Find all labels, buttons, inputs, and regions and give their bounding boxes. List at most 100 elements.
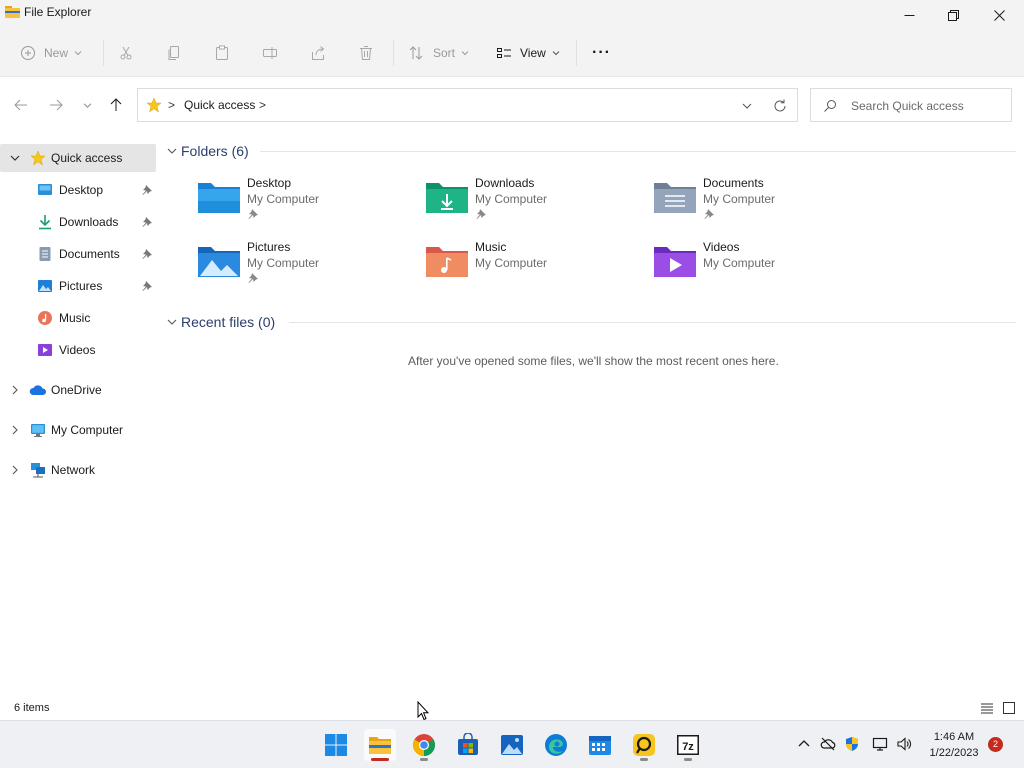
chevron-right-icon[interactable]	[9, 464, 21, 476]
file-explorer-icon	[369, 737, 391, 754]
window-title: File Explorer	[24, 5, 92, 19]
chevron-down-icon[interactable]	[9, 152, 21, 164]
folder-downloads[interactable]: Downloads My Computer	[425, 176, 645, 232]
close-button[interactable]	[976, 0, 1022, 30]
content-area: Folders (6) Desktop My Computer Download…	[158, 133, 1024, 689]
taskbar-7zip[interactable]: 7z	[672, 729, 704, 761]
back-button[interactable]	[12, 96, 30, 114]
up-button[interactable]	[107, 96, 125, 114]
sidebar-item-documents[interactable]: Documents	[0, 240, 156, 268]
sidebar-item-pictures[interactable]: Pictures	[0, 272, 156, 300]
taskbar-app[interactable]	[628, 729, 660, 761]
folder-location: My Computer	[247, 256, 320, 270]
pin-icon	[248, 273, 258, 283]
app-icon	[633, 734, 655, 756]
breadcrumb-quick-access[interactable]: Quick access	[184, 98, 255, 112]
minimize-button[interactable]	[886, 0, 932, 30]
tray-onedrive[interactable]	[819, 735, 837, 753]
sidebar-item-label: Videos	[59, 343, 96, 357]
taskbar-microsoft-store[interactable]	[452, 729, 484, 761]
folders-section-header[interactable]: Folders (6)	[166, 143, 249, 159]
sidebar-item-quick-access[interactable]: Quick access	[0, 144, 156, 172]
forward-button[interactable]	[47, 96, 65, 114]
copy-button[interactable]	[166, 39, 182, 67]
sidebar-item-downloads[interactable]: Downloads	[0, 208, 156, 236]
share-button[interactable]	[310, 39, 326, 67]
restore-button[interactable]	[930, 0, 976, 30]
pin-icon	[476, 209, 486, 219]
sidebar-item-my-computer[interactable]: My Computer	[0, 416, 156, 444]
tray-volume[interactable]	[895, 735, 913, 753]
chevron-right-icon[interactable]	[9, 424, 21, 436]
edge-icon	[545, 734, 567, 756]
cloud-icon	[29, 385, 47, 395]
taskbar-calendar[interactable]	[584, 729, 616, 761]
breadcrumb-separator[interactable]: >	[259, 98, 266, 112]
pin-icon	[142, 281, 152, 291]
cut-button[interactable]	[118, 39, 134, 67]
desktop-icon	[38, 184, 52, 195]
status-bar: 6 items	[0, 698, 1024, 720]
rename-icon	[263, 47, 277, 59]
taskbar-edge[interactable]	[540, 729, 572, 761]
sidebar-item-music[interactable]: Music	[0, 304, 156, 332]
folder-name: Documents	[703, 176, 764, 190]
chevron-down-icon	[167, 319, 177, 325]
rename-button[interactable]	[262, 39, 278, 67]
paste-button[interactable]	[214, 39, 230, 67]
tray-security[interactable]	[843, 735, 861, 753]
toolbar-divider	[576, 40, 577, 66]
sidebar-item-videos[interactable]: Videos	[0, 336, 156, 364]
view-button[interactable]: View	[496, 39, 560, 67]
sidebar-item-network[interactable]: Network	[0, 456, 156, 484]
command-bar: New Sort View ···	[0, 30, 1024, 76]
address-bar[interactable]: > Quick access >	[137, 88, 798, 122]
sort-button[interactable]: Sort	[408, 39, 469, 67]
sidebar-item-onedrive[interactable]: OneDrive	[0, 376, 156, 404]
details-view-icon[interactable]	[980, 701, 994, 715]
folder-desktop[interactable]: Desktop My Computer	[197, 176, 417, 232]
folder-pictures[interactable]: Pictures My Computer	[197, 240, 417, 296]
restore-icon	[947, 9, 959, 21]
section-divider	[289, 322, 1016, 323]
taskbar-photos[interactable]	[496, 729, 528, 761]
delete-button[interactable]	[358, 39, 374, 67]
large-icons-view-icon[interactable]	[1002, 701, 1016, 715]
pin-icon	[248, 209, 258, 219]
new-label: New	[44, 46, 69, 60]
notification-badge[interactable]: 2	[988, 737, 1003, 752]
pictures-folder-icon	[198, 247, 240, 277]
more-options-label: ···	[592, 44, 611, 61]
running-indicator	[371, 758, 389, 761]
toolbar-divider	[393, 40, 394, 66]
show-hidden-icons-button[interactable]	[795, 735, 813, 753]
taskbar-chrome[interactable]	[408, 729, 440, 761]
clock[interactable]: 1:46 AM 1/22/2023	[922, 729, 986, 761]
chevron-down-icon[interactable]	[740, 99, 754, 113]
chevron-right-icon[interactable]	[9, 384, 21, 396]
empty-recent-message: After you've opened some files, we'll sh…	[408, 354, 779, 368]
breadcrumb-separator: >	[168, 98, 176, 112]
sidebar-item-desktop[interactable]: Desktop	[0, 176, 156, 204]
folder-music[interactable]: Music My Computer	[425, 240, 645, 296]
tray-network[interactable]	[871, 735, 889, 753]
more-options-button[interactable]: ···	[592, 39, 611, 67]
recent-files-section-header[interactable]: Recent files (0)	[166, 314, 275, 330]
file-explorer-icon	[5, 6, 20, 18]
computer-icon	[31, 424, 45, 437]
folder-location: My Computer	[247, 192, 320, 206]
refresh-icon[interactable]	[772, 98, 788, 114]
search-input[interactable]	[851, 97, 1001, 115]
start-button[interactable]	[320, 729, 352, 761]
taskbar-file-explorer[interactable]	[364, 729, 396, 761]
folders-heading: Folders (6)	[181, 143, 249, 159]
folder-videos[interactable]: Videos My Computer	[653, 240, 873, 296]
recent-locations-button[interactable]	[78, 96, 96, 114]
search-box[interactable]	[810, 88, 1012, 122]
minimize-icon	[904, 14, 914, 16]
running-indicator	[640, 758, 648, 761]
pin-icon	[142, 185, 152, 195]
folder-documents[interactable]: Documents My Computer	[653, 176, 873, 232]
new-button[interactable]: New	[20, 39, 82, 67]
sort-icon	[409, 46, 423, 60]
